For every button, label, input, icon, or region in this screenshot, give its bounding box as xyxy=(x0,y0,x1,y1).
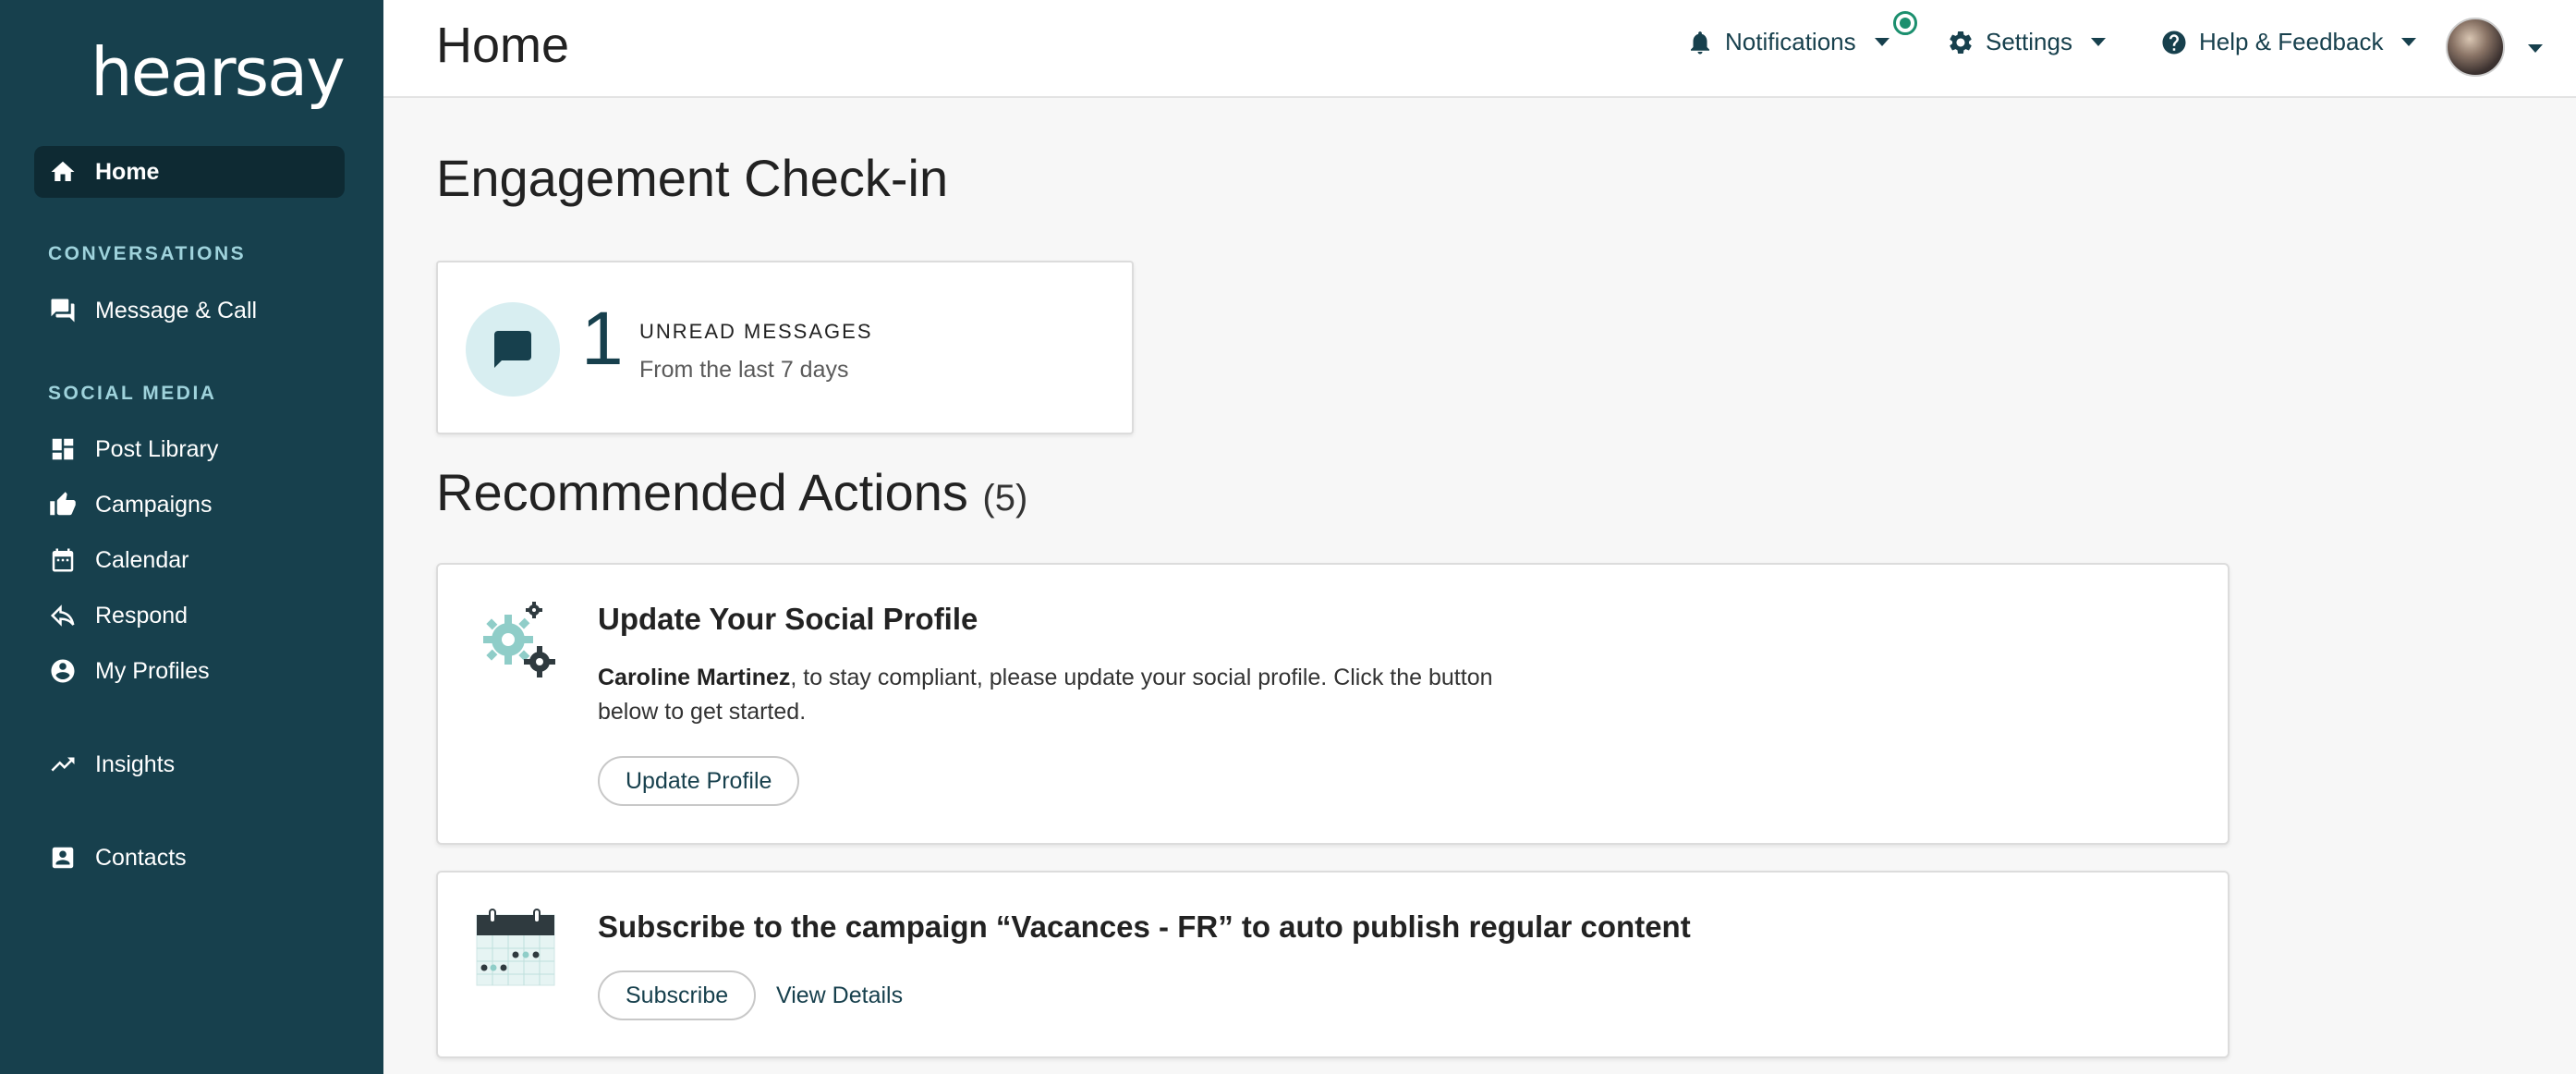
chevron-down-icon xyxy=(2401,38,2417,46)
chevron-down-icon xyxy=(1874,38,1889,46)
account-circle-icon xyxy=(47,655,79,687)
sidebar-item-insights[interactable]: Insights xyxy=(34,738,345,790)
sidebar-item-post-library[interactable]: Post Library xyxy=(34,423,345,475)
sidebar: hearsay Home CONVERSATIONS Message & Cal… xyxy=(0,0,383,1074)
dashboard-icon xyxy=(47,433,79,465)
recipient-name: Caroline Martinez xyxy=(598,665,791,690)
message-icon xyxy=(466,302,560,397)
hearsay-logo[interactable]: hearsay xyxy=(91,33,346,111)
sidebar-item-label: My Profiles xyxy=(95,657,210,684)
card-title: Subscribe to the campaign “Vacances - FR… xyxy=(598,909,1691,944)
help-icon xyxy=(2162,31,2186,54)
section-label-conversations: CONVERSATIONS xyxy=(48,243,247,264)
view-details-link[interactable]: View Details xyxy=(776,982,903,1009)
sidebar-item-my-profiles[interactable]: My Profiles xyxy=(34,645,345,697)
sidebar-item-respond[interactable]: Respond xyxy=(34,590,345,641)
notifications-label: Notifications xyxy=(1725,28,1856,55)
calendar-icon xyxy=(47,544,79,576)
trending-up-icon xyxy=(47,749,79,780)
sidebar-item-label: Respond xyxy=(95,602,188,629)
sidebar-item-label: Insights xyxy=(95,751,176,777)
action-card-subscribe-campaign: Subscribe to the campaign “Vacances - FR… xyxy=(436,871,2230,1058)
recommended-title: Recommended Actions xyxy=(436,463,968,521)
calendar-icon xyxy=(476,909,555,986)
card-title: Update Your Social Profile xyxy=(598,602,978,636)
recommended-count: (5) xyxy=(982,478,1028,519)
unread-messages-card[interactable]: 1 UNREAD MESSAGES From the last 7 days xyxy=(436,261,1134,434)
sidebar-item-campaigns[interactable]: Campaigns xyxy=(34,479,345,531)
unread-count: 1 xyxy=(581,297,624,381)
settings-menu[interactable]: Settings xyxy=(1947,28,2106,56)
sidebar-item-label: Campaigns xyxy=(95,491,213,518)
chevron-down-icon[interactable] xyxy=(2528,44,2543,53)
notification-status-dot xyxy=(1893,11,1917,35)
bell-icon xyxy=(1691,31,1709,54)
sidebar-item-message-call[interactable]: Message & Call xyxy=(34,285,345,336)
notifications-menu[interactable]: Notifications xyxy=(1686,28,1889,56)
user-avatar[interactable] xyxy=(2446,18,2505,77)
sidebar-item-label: Post Library xyxy=(95,435,219,462)
help-feedback-label: Help & Feedback xyxy=(2199,28,2384,55)
gear-icon xyxy=(1950,31,1972,54)
engagement-heading: Engagement Check-in xyxy=(436,149,949,207)
action-card-update-profile: Update Your Social Profile Caroline Mart… xyxy=(436,563,2230,845)
sidebar-item-calendar[interactable]: Calendar xyxy=(34,534,345,586)
home-icon xyxy=(47,156,79,188)
sidebar-item-label: Home xyxy=(95,158,160,185)
section-label-social-media: SOCIAL MEDIA xyxy=(48,383,217,404)
chat-bubbles-icon xyxy=(47,295,79,326)
sidebar-item-contacts[interactable]: Contacts xyxy=(34,832,345,884)
recommended-actions-heading: Recommended Actions (5) xyxy=(436,462,1027,522)
gears-icon xyxy=(483,602,555,677)
help-feedback-menu[interactable]: Help & Feedback xyxy=(2160,28,2417,56)
thumbs-up-icon xyxy=(47,489,79,520)
chevron-down-icon xyxy=(2090,38,2106,46)
unread-label: UNREAD MESSAGES xyxy=(639,320,873,343)
sidebar-item-label: Message & Call xyxy=(95,297,258,323)
card-body: Caroline Martinez, to stay compliant, pl… xyxy=(598,661,1522,729)
sidebar-item-label: Calendar xyxy=(95,546,189,573)
reply-icon xyxy=(47,600,79,631)
settings-label: Settings xyxy=(1986,28,2072,55)
page-title: Home xyxy=(436,18,570,73)
subscribe-button[interactable]: Subscribe xyxy=(598,970,757,1020)
unread-subtitle: From the last 7 days xyxy=(639,357,849,383)
sidebar-item-label: Contacts xyxy=(95,844,187,871)
contact-card-icon xyxy=(47,842,79,873)
update-profile-button[interactable]: Update Profile xyxy=(598,756,800,806)
top-bar: Home Notifications Settings Help & Feedb… xyxy=(383,0,2576,98)
sidebar-item-home[interactable]: Home xyxy=(34,146,345,198)
